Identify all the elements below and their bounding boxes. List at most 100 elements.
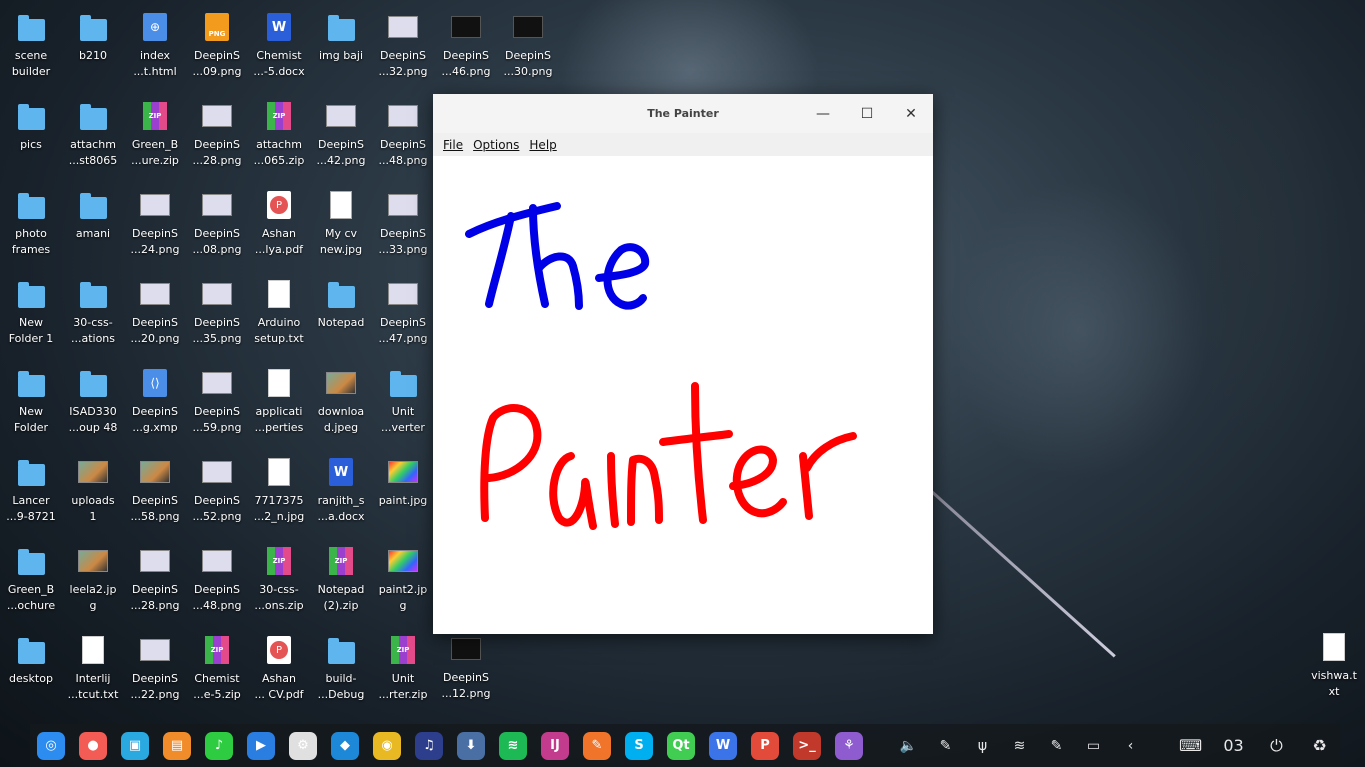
desktop-icon[interactable]: attachm ...st8065 [62,97,124,186]
desktop-icon[interactable]: Wranjith_s ...a.docx [310,453,372,542]
desktop-icon[interactable]: Unit ...verter [372,364,434,453]
desktop-icon[interactable]: amani [62,186,124,275]
desktop-icon[interactable]: DeepinS ...30.png [497,8,559,80]
desktop-icon[interactable]: My cv new.jpg [310,186,372,275]
desktop-icon[interactable]: scene builder [0,8,62,97]
desktop-icon[interactable]: DeepinS ...12.png [435,630,497,702]
wps-writer-icon: W [709,731,737,760]
desktop-icon[interactable]: DeepinS ...46.png [435,8,497,80]
dock-app-terminal[interactable]: >_ [786,724,828,767]
volume-icon[interactable]: 🔈 [890,724,927,767]
desktop-icon[interactable]: uploads 1 [62,453,124,542]
desktop-icon[interactable]: leela2.jp g [62,542,124,631]
clock-icon[interactable]: 03 [1212,724,1255,767]
desktop-icon[interactable]: downloa d.jpeg [310,364,372,453]
close-button[interactable]: ✕ [889,94,933,133]
desktop-icon[interactable]: DeepinS ...33.png [372,186,434,275]
desktop-icon[interactable]: img baji [310,8,372,97]
dock-app-settings[interactable]: ⚙ [282,724,324,767]
desktop-icon[interactable]: desktop [0,631,62,720]
desktop-icon[interactable]: Green_B ...ochure [0,542,62,631]
dock-app-plugin[interactable]: ⚘ [828,724,870,767]
desktop-icon[interactable]: DeepinS ...28.png [186,97,248,186]
desktop-icon[interactable]: DeepinS ...24.png [124,186,186,275]
dock-app-wps-writer[interactable]: W [702,724,744,767]
dock-app-app-store[interactable]: ▣ [114,724,156,767]
desktop-icon[interactable]: DeepinS ...20.png [124,275,186,364]
edit-icon[interactable]: ✎ [927,724,964,767]
desktop-icon[interactable]: PNG DeepinS ...09.png [186,8,248,97]
desktop-icon[interactable]: ZIP Unit ...rter.zip [372,631,434,720]
desktop-icon[interactable]: DeepinS ...32.png [372,8,434,97]
desktop-icon[interactable]: New Folder [0,364,62,453]
desktop-icon[interactable]: ZIP Green_B ...ure.zip [124,97,186,186]
desktop-icon-vishwa-txt[interactable]: vishwa.t xt [1303,628,1365,700]
battery-icon[interactable]: ▭ [1075,724,1112,767]
desktop-icon[interactable]: DeepinS ...52.png [186,453,248,542]
dock-app-movie[interactable]: ▶ [240,724,282,767]
desktop-icon[interactable]: applicati ...perties [248,364,310,453]
dock-app-spotify[interactable]: ≋ [492,724,534,767]
desktop-icon[interactable]: DeepinS ...59.png [186,364,248,453]
usb-icon[interactable]: ψ [964,724,1001,767]
dock-app-skype[interactable]: S [618,724,660,767]
desktop-icon[interactable]: photo frames [0,186,62,275]
desktop-icon[interactable]: DeepinS ...28.png [124,542,186,631]
wifi-icon[interactable]: ≋ [1001,724,1038,767]
desktop-icon[interactable]: pics [0,97,62,186]
minimize-button[interactable]: — [801,94,845,133]
dock-app-qt-creator[interactable]: Qt [660,724,702,767]
desktop-icon[interactable]: ZIP Chemist ...e-5.zip [186,631,248,720]
drawing-canvas[interactable] [433,156,933,634]
desktop-icon[interactable]: ⟨⟩ DeepinS ...g.xmp [124,364,186,453]
desktop-icon[interactable]: ZIP 30-css- ...ons.zip [248,542,310,631]
trash-icon[interactable]: ♻ [1298,724,1341,767]
chevron-left-icon[interactable]: ‹ [1112,724,1149,767]
desktop-icon[interactable]: DeepinS ...42.png [310,97,372,186]
desktop-icon[interactable]: DeepinS ...58.png [124,453,186,542]
desktop-icon[interactable]: build- ...Debug [310,631,372,720]
desktop-icon[interactable]: paint2.jp g [372,542,434,631]
power-icon[interactable]: ⏻ [1255,724,1298,767]
edit-2-icon[interactable]: ✎ [1038,724,1075,767]
desktop-icon[interactable]: ⊕ index ...t.html [124,8,186,97]
desktop-icon[interactable]: DeepinS ...35.png [186,275,248,364]
menu-file[interactable]: File [438,138,468,152]
desktop-icon[interactable]: Interlij ...tcut.txt [62,631,124,720]
desktop-icon[interactable]: P Ashan ...lya.pdf [248,186,310,275]
dock-app-chrome[interactable]: ◉ [366,724,408,767]
desktop-icon[interactable]: ISAD330 ...oup 48 [62,364,124,453]
desktop-icon[interactable]: Arduino setup.txt [248,275,310,364]
dock-app-intellij[interactable]: IJ [534,724,576,767]
desktop-icon[interactable]: DeepinS ...48.png [186,542,248,631]
desktop-icon[interactable]: DeepinS ...22.png [124,631,186,720]
desktop-icon[interactable]: ZIP Notepad (2).zip [310,542,372,631]
dock-app-launcher[interactable]: ◎ [30,724,72,767]
dock-app-music[interactable]: ♪ [198,724,240,767]
desktop-icon[interactable]: New Folder 1 [0,275,62,364]
desktop-icon[interactable]: ZIP attachm ...065.zip [248,97,310,186]
keyboard-icon[interactable]: ⌨ [1169,724,1212,767]
maximize-button[interactable]: ☐ [845,94,889,133]
dock-app-paint[interactable]: ✎ [576,724,618,767]
dock-app-vscode[interactable]: ◆ [324,724,366,767]
dock-app-wps-pdf[interactable]: P [744,724,786,767]
desktop-icon[interactable]: paint.jpg [372,453,434,542]
desktop-icon[interactable]: Lancer ...9-8721 [0,453,62,542]
desktop-icon[interactable]: P Ashan ... CV.pdf [248,631,310,720]
window-titlebar[interactable]: The Painter — ☐ ✕ [433,94,933,133]
desktop-icon[interactable]: DeepinS ...47.png [372,275,434,364]
desktop-icon[interactable]: 30-css- ...ations [62,275,124,364]
dock-app-headphones[interactable]: ♫ [408,724,450,767]
desktop-icon[interactable]: 7717375 ...2_n.jpg [248,453,310,542]
desktop-icon[interactable]: Notepad [310,275,372,364]
desktop-icon[interactable]: W Chemist ...-5.docx [248,8,310,97]
menu-options[interactable]: Options [468,138,524,152]
desktop-icon[interactable]: DeepinS ...48.png [372,97,434,186]
dock-app-screen-recorder[interactable]: ● [72,724,114,767]
desktop-icon[interactable]: DeepinS ...08.png [186,186,248,275]
dock-app-usb-creator[interactable]: ⬇ [450,724,492,767]
menu-help[interactable]: Help [524,138,561,152]
desktop-icon[interactable]: b210 [62,8,124,97]
dock-app-archive-manager[interactable]: ▤ [156,724,198,767]
